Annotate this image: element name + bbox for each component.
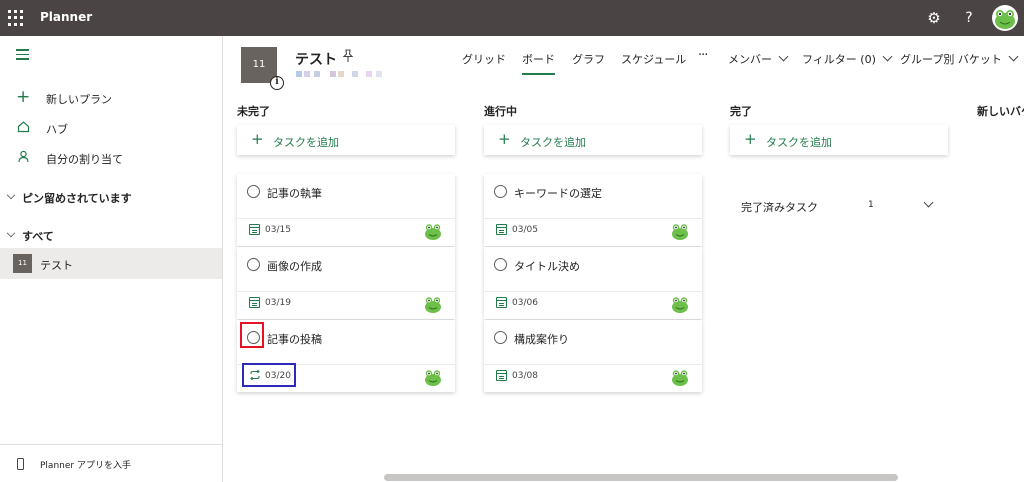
task-title: 画像の作成 xyxy=(267,260,322,273)
assignee-avatar[interactable] xyxy=(423,294,443,314)
due-date: 03/19 xyxy=(265,298,291,308)
completed-label: 完了済みタスク xyxy=(741,201,818,214)
calendar-icon xyxy=(249,224,260,235)
person-icon xyxy=(16,150,30,164)
due-date: 03/08 xyxy=(512,371,538,381)
task-card[interactable]: キーワードの選定 03/05 xyxy=(484,174,702,246)
blurred-plan-subtitle xyxy=(296,71,386,79)
top-bar: Planner ⚙ ? xyxy=(0,0,1024,36)
calendar-icon xyxy=(496,297,507,308)
calendar-icon xyxy=(496,224,507,235)
highlight-box-red xyxy=(240,322,264,348)
members-dropdown[interactable]: メンバー xyxy=(728,51,789,67)
avatar[interactable] xyxy=(992,5,1018,31)
section-label: すべて xyxy=(22,230,54,243)
horizontal-scrollbar[interactable] xyxy=(384,474,898,481)
chevron-down-icon xyxy=(6,190,16,200)
sidebar-item-my-tasks[interactable]: 自分の割り当て xyxy=(0,144,222,172)
assignee-avatar[interactable] xyxy=(670,294,690,314)
bucket-title[interactable]: 完了 xyxy=(730,103,752,119)
page-title[interactable]: テスト xyxy=(295,49,337,69)
plus-icon: + xyxy=(744,130,757,148)
app-launcher-icon[interactable] xyxy=(8,10,24,26)
sidebar-item-hub[interactable]: ハブ xyxy=(0,114,222,142)
sidebar-item-new-plan[interactable]: + 新しいプラン xyxy=(0,84,222,112)
home-icon xyxy=(16,120,30,134)
assignee-avatar[interactable] xyxy=(423,367,443,387)
task-card[interactable]: タイトル決め 03/06 xyxy=(484,247,702,319)
highlight-box-blue xyxy=(242,363,296,387)
task-card[interactable]: 構成案作り 03/08 xyxy=(484,320,702,392)
plus-icon: + xyxy=(498,130,511,148)
task-card[interactable]: 記事の執筆 03/15 xyxy=(237,174,455,246)
group-label: グループ別 バケット xyxy=(900,53,1002,66)
sidebar: + 新しいプラン ハブ 自分の割り当て ピン留めされています すべて 11 テス… xyxy=(0,36,223,482)
task-card[interactable]: 画像の作成 03/19 xyxy=(237,247,455,319)
task-title: 構成案作り xyxy=(514,333,569,346)
add-task-label: タスクを追加 xyxy=(273,136,339,149)
add-task-button[interactable]: + タスクを追加 xyxy=(237,125,455,155)
menu-icon[interactable] xyxy=(16,49,29,60)
assignee-avatar[interactable] xyxy=(670,221,690,241)
filter-label: フィルター (0) xyxy=(802,53,876,66)
bucket-title[interactable]: 進行中 xyxy=(484,103,517,119)
chevron-down-icon xyxy=(6,228,16,238)
chevron-down-icon xyxy=(923,197,934,208)
section-pinned[interactable]: ピン留めされています xyxy=(0,184,222,210)
due-date: 03/15 xyxy=(265,225,291,235)
complete-checkbox[interactable] xyxy=(247,258,260,271)
add-task-label: タスクを追加 xyxy=(520,136,586,149)
completed-count: 1 xyxy=(868,200,874,210)
section-all[interactable]: すべて xyxy=(0,222,222,248)
tab-schedule[interactable]: スケジュール xyxy=(621,51,686,67)
chevron-down-icon xyxy=(1008,51,1019,62)
sidebar-item-label: 新しいプラン xyxy=(46,93,112,106)
tab-board[interactable]: ボード xyxy=(522,51,555,75)
filter-dropdown[interactable]: フィルター (0) xyxy=(802,51,893,67)
complete-checkbox[interactable] xyxy=(247,185,260,198)
add-task-button[interactable]: + タスクを追加 xyxy=(484,125,702,155)
members-label: メンバー xyxy=(728,53,772,66)
sidebar-item-plan[interactable]: 11 テスト xyxy=(0,248,222,279)
bucket-title[interactable]: 未完了 xyxy=(237,103,270,119)
sidebar-item-label: テスト xyxy=(40,259,73,272)
assignee-avatar[interactable] xyxy=(423,221,443,241)
chevron-down-icon xyxy=(778,51,789,62)
complete-checkbox[interactable] xyxy=(494,331,507,344)
task-title: タイトル決め xyxy=(514,260,580,273)
more-icon[interactable]: ··· xyxy=(698,48,708,63)
sidebar-item-label: ハブ xyxy=(46,123,68,136)
due-date: 03/05 xyxy=(512,225,538,235)
task-title: 記事の投稿 xyxy=(267,333,322,346)
plus-icon: + xyxy=(251,130,264,148)
info-icon[interactable]: i xyxy=(270,76,284,90)
app-title[interactable]: Planner xyxy=(40,10,92,24)
get-app-link[interactable]: Planner アプリを入手 xyxy=(0,444,222,482)
complete-checkbox[interactable] xyxy=(494,185,507,198)
footer-label: Planner アプリを入手 xyxy=(40,461,131,471)
plus-icon: + xyxy=(16,87,31,107)
pin-icon[interactable] xyxy=(342,49,356,65)
tab-charts[interactable]: グラフ xyxy=(572,51,605,67)
completed-tasks-toggle[interactable]: 完了済みタスク 1 xyxy=(730,195,948,217)
calendar-icon xyxy=(249,297,260,308)
assignee-avatar[interactable] xyxy=(670,367,690,387)
due-date: 03/06 xyxy=(512,298,538,308)
add-task-button[interactable]: + タスクを追加 xyxy=(730,125,948,155)
chevron-down-icon xyxy=(882,51,893,62)
task-title: キーワードの選定 xyxy=(514,187,602,200)
calendar-icon xyxy=(496,370,507,381)
new-bucket-label[interactable]: 新しいバケット xyxy=(977,103,1024,119)
section-label: ピン留めされています xyxy=(22,192,132,205)
gear-icon[interactable]: ⚙ xyxy=(926,9,942,27)
tab-grid[interactable]: グリッド xyxy=(462,51,506,67)
help-icon[interactable]: ? xyxy=(962,9,976,27)
plan-tile-icon: 11 xyxy=(13,254,32,273)
add-task-label: タスクを追加 xyxy=(766,136,832,149)
complete-checkbox[interactable] xyxy=(494,258,507,271)
task-title: 記事の執筆 xyxy=(267,187,322,200)
group-by-dropdown[interactable]: グループ別 バケット xyxy=(900,51,1019,67)
sidebar-item-label: 自分の割り当て xyxy=(46,153,123,166)
phone-icon xyxy=(17,458,24,470)
